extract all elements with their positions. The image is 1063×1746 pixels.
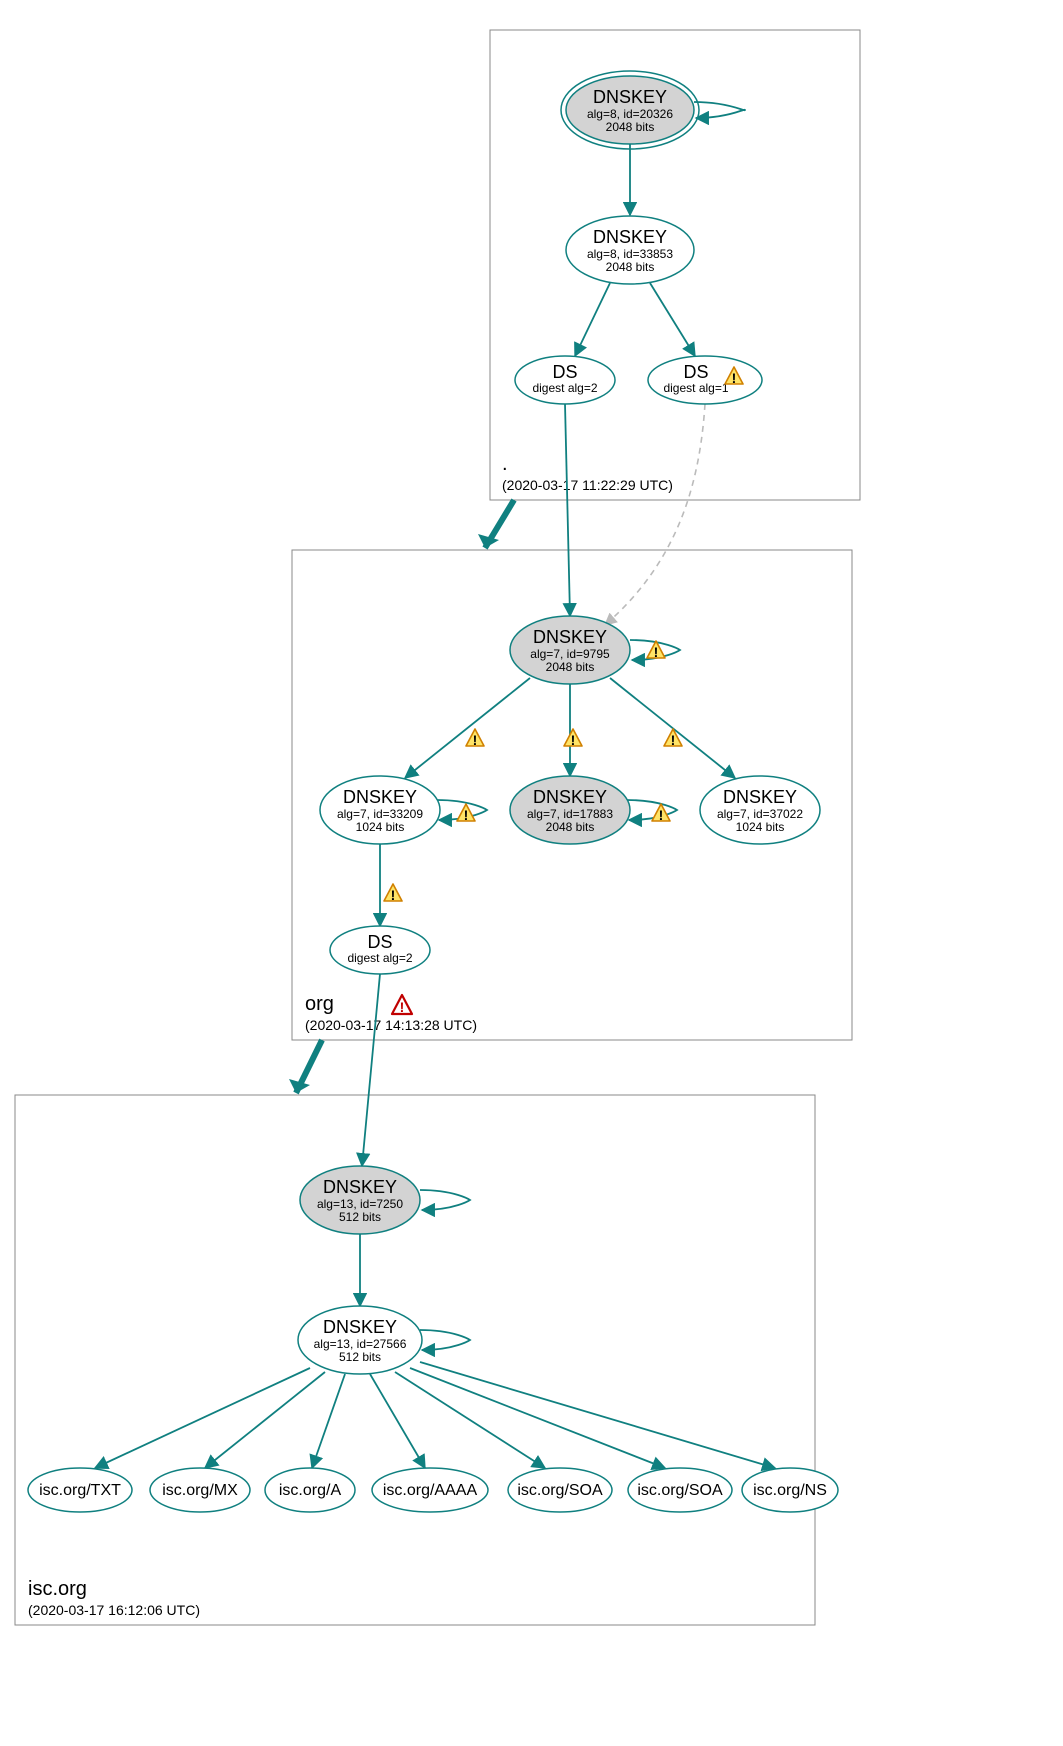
record-label: isc.org/SOA [517,1482,603,1499]
record-label: isc.org/SOA [637,1482,723,1499]
zone-root-timestamp: (2020-03-17 11:22:29 UTC) [502,477,673,493]
warning-icon: ! [664,729,682,748]
node-org-zsk-17883: DNSKEY alg=7, id=17883 2048 bits [510,776,630,844]
delegation-root-to-org [478,500,514,548]
node-isc-zsk-alg: alg=13, id=27566 [314,1337,407,1351]
node-org-zsk-33209: DNSKEY alg=7, id=33209 1024 bits [320,776,440,844]
node-isc-ksk-alg: alg=13, id=7250 [317,1197,403,1211]
node-org-ds-title: DS [367,932,392,952]
node-org-zsk-33209-bits: 1024 bits [356,820,405,834]
record-label: isc.org/TXT [39,1482,121,1499]
node-root-ksk-alg: alg=8, id=20326 [587,107,673,121]
record-node: isc.org/SOA [628,1468,732,1512]
edge-zsk-to-rec0 [95,1368,310,1468]
edge-ds1-to-orgksk-dashed [605,404,705,625]
node-root-zsk-bits: 2048 bits [606,260,655,274]
warning-icon: ! [384,884,402,903]
node-isc-ksk-title: DNSKEY [323,1177,397,1197]
warning-icon: ! [457,804,475,823]
svg-text:!: ! [473,732,478,748]
node-root-ds2: DS digest alg=2 [515,356,615,404]
delegation-org-to-isc [289,1040,322,1093]
record-node: isc.org/AAAA [372,1468,488,1512]
svg-text:!: ! [732,370,737,386]
node-org-zsk-37022-title: DNSKEY [723,787,797,807]
node-root-ds1-title: DS [683,362,708,382]
svg-text:!: ! [391,887,396,903]
edge-orgds-to-iscksk [362,974,380,1166]
zone-isc: isc.org (2020-03-17 16:12:06 UTC) [15,1095,815,1625]
node-org-zsk-33209-title: DNSKEY [343,787,417,807]
node-root-zsk-title: DNSKEY [593,227,667,247]
node-isc-zsk-title: DNSKEY [323,1317,397,1337]
record-label: isc.org/MX [162,1482,238,1499]
node-root-zsk-alg: alg=8, id=33853 [587,247,673,261]
node-org-zsk-37022: DNSKEY alg=7, id=37022 1024 bits [700,776,820,844]
record-label: isc.org/AAAA [383,1482,478,1499]
record-node: isc.org/SOA [508,1468,612,1512]
node-org-ksk: DNSKEY alg=7, id=9795 2048 bits [510,616,630,684]
zone-isc-label: isc.org [28,1578,87,1600]
node-root-ds2-digest: digest alg=2 [532,381,597,395]
node-org-zsk-17883-title: DNSKEY [533,787,607,807]
node-org-zsk-17883-bits: 2048 bits [546,820,595,834]
node-root-zsk: DNSKEY alg=8, id=33853 2048 bits [566,216,694,284]
svg-text:!: ! [400,999,405,1015]
svg-text:!: ! [571,732,576,748]
node-root-ds1-digest: digest alg=1 [663,381,728,395]
node-org-zsk-33209-alg: alg=7, id=33209 [337,807,423,821]
edge-org-17883-self [627,800,677,820]
error-icon: ! [392,995,412,1015]
zone-org-timestamp: (2020-03-17 14:13:28 UTC) [305,1017,477,1033]
edge-orgksk-to-33209 [405,678,530,778]
node-org-zsk-37022-bits: 1024 bits [736,820,785,834]
zone-root-label: . [502,453,508,475]
warning-icon: ! [466,729,484,748]
svg-text:!: ! [654,644,659,660]
node-root-ksk-bits: 2048 bits [606,120,655,134]
node-isc-zsk: DNSKEY alg=13, id=27566 512 bits [298,1306,422,1374]
edge-ds2-to-orgksk [565,404,570,616]
node-root-ksk: DNSKEY alg=8, id=20326 2048 bits [561,71,699,149]
zone-org-label: org [305,993,334,1015]
edge-root-zsk-to-ds2 [575,283,610,356]
node-root-ds2-title: DS [552,362,577,382]
node-isc-ksk-bits: 512 bits [339,1210,381,1224]
node-org-ksk-title: DNSKEY [533,627,607,647]
dnssec-graph: . (2020-03-17 11:22:29 UTC) org (2020-03… [0,0,1063,1746]
warning-icon: ! [564,729,582,748]
node-isc-zsk-bits: 512 bits [339,1350,381,1364]
node-org-ksk-alg: alg=7, id=9795 [530,647,610,661]
node-root-ksk-title: DNSKEY [593,87,667,107]
svg-text:!: ! [671,732,676,748]
edge-root-ksk-self [694,102,745,118]
record-node: isc.org/MX [150,1468,250,1512]
zone-isc-box [15,1095,815,1625]
node-org-zsk-17883-alg: alg=7, id=17883 [527,807,613,821]
edge-zsk-to-rec3 [370,1374,425,1468]
edge-isc-zsk-self [420,1330,470,1350]
node-org-ds: DS digest alg=2 [330,926,430,974]
svg-text:!: ! [464,807,469,823]
edge-zsk-to-rec5 [410,1368,665,1468]
node-org-zsk-37022-alg: alg=7, id=37022 [717,807,803,821]
edge-zsk-to-rec6 [420,1362,775,1468]
edge-root-zsk-to-ds1 [650,283,695,356]
record-node: isc.org/NS [742,1468,838,1512]
svg-text:!: ! [659,807,664,823]
edge-zsk-to-rec2 [312,1374,345,1468]
edge-isc-ksk-self [420,1190,470,1210]
edge-orgksk-to-37022 [610,678,735,778]
zone-isc-timestamp: (2020-03-17 16:12:06 UTC) [28,1602,200,1618]
record-node: isc.org/A [265,1468,355,1512]
edge-zsk-to-rec1 [205,1372,325,1468]
record-label: isc.org/A [279,1482,342,1499]
node-org-ksk-bits: 2048 bits [546,660,595,674]
node-org-ds-digest: digest alg=2 [347,951,412,965]
node-root-ds1: DS digest alg=1 ! [648,356,762,404]
record-label: isc.org/NS [753,1482,827,1499]
record-node: isc.org/TXT [28,1468,132,1512]
node-isc-ksk: DNSKEY alg=13, id=7250 512 bits [300,1166,420,1234]
